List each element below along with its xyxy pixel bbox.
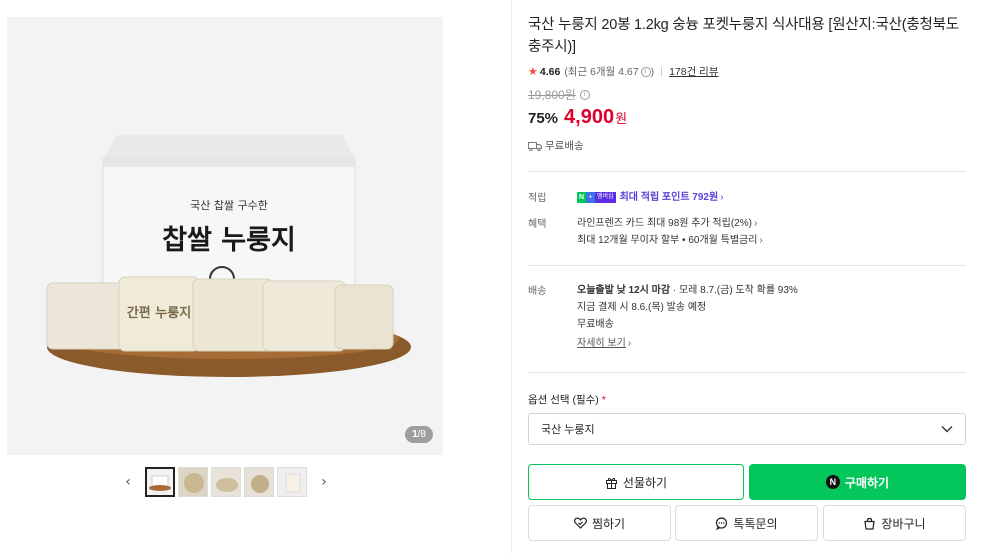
product-title: 국산 누룽지 20봉 1.2kg 숭늉 포켓누룽지 식사대용 [원산지:국산(충…: [528, 17, 959, 55]
thumbnail-strip: ‹ ›: [121, 465, 331, 499]
divider: [528, 265, 966, 266]
thumbnail-3[interactable]: [211, 467, 241, 497]
pack-text: 간편 누룽지: [127, 305, 191, 321]
cart-button-label: 장바구니: [881, 516, 926, 531]
benefit-installment-line[interactable]: 최대 12개월 무이자 할부 • 60개월 특별금리 ›: [577, 232, 763, 249]
shipping-row: 무료배송: [528, 138, 966, 153]
chevron-right-icon: ›: [720, 192, 724, 203]
chevron-down-icon: [941, 426, 953, 433]
truck-icon: [528, 141, 542, 151]
delivery-fee: 무료배송: [577, 319, 614, 330]
price-row: 75% 4,900 원: [528, 106, 966, 129]
image-page-counter: 1/8: [405, 426, 433, 443]
delivery-ship-date: 지금 결제 시 8.6.(목) 발송 예정: [577, 302, 707, 313]
star-icon: ★: [528, 66, 538, 78]
chat-bubble-icon: [715, 516, 728, 530]
buy-button-label: 구매하기: [844, 475, 890, 490]
review-count-link[interactable]: 178건 리뷰: [669, 64, 718, 79]
recent-rating-close: ): [650, 65, 655, 78]
thumbnail-5[interactable]: [277, 467, 307, 497]
option-selected-value: 국산 누룽지: [541, 424, 595, 436]
original-price: 19,800원: [528, 88, 576, 102]
product-photo: 국산 찹쌀 구수한 찹쌀 누룽지 간편 누룽지: [7, 17, 443, 455]
chevron-left-icon[interactable]: ‹: [121, 472, 135, 492]
box-subtext: 국산 찹쌀 구수한: [190, 199, 268, 212]
delivery-eta-line: 오늘출발 낮 12시 마감 · 모레 8.7.(금) 도착 확률 93%: [577, 285, 798, 296]
delivery-row: 배송 오늘출발 낮 12시 마감 · 모레 8.7.(금) 도착 확률 93% …: [528, 282, 966, 358]
gift-button-label: 선물하기: [622, 475, 668, 490]
buy-button[interactable]: N 구매하기: [749, 464, 966, 500]
heart-icon: [573, 517, 587, 529]
rating-value: 4.66: [539, 65, 561, 78]
discount-rate: 75%: [528, 110, 559, 127]
price-info-icon[interactable]: i: [579, 89, 590, 100]
like-button-label: 찜하기: [591, 516, 626, 531]
recent-rating: (최근 6개월 4.67: [564, 66, 639, 78]
chevron-right-icon[interactable]: ›: [317, 472, 331, 492]
product-info: 국산 누룽지 20봉 1.2kg 숭늉 포켓누룽지 식사대용 [원산지:국산(충…: [528, 14, 966, 153]
points-label: 적립: [528, 193, 547, 204]
max-points-link[interactable]: 최대 적립 포인트 792원: [620, 192, 719, 203]
rating-row: ★ 4.66 (최근 6개월 4.67 i ) 178건 리뷰: [528, 64, 966, 79]
separator: [661, 67, 663, 76]
shopping-bag-icon: [863, 517, 876, 530]
thumbnail-4[interactable]: [244, 467, 274, 497]
option-select[interactable]: 국산 누룽지: [528, 413, 966, 445]
info-icon[interactable]: i: [640, 66, 651, 77]
shipping-label: 무료배송: [545, 140, 584, 152]
naver-plus-badge: N + 멤버십: [577, 191, 616, 203]
option-label: 옵션 선택 (필수) *: [528, 394, 606, 406]
delivery-label: 배송: [528, 286, 547, 297]
benefits-row: 혜택 라인프렌즈 카드 최대 98원 추가 적립(2%) › 최대 12개월 무이…: [528, 215, 966, 251]
column-divider: [511, 0, 512, 553]
original-price-row: 19,800원 i: [528, 86, 966, 103]
naver-pay-icon: N: [825, 475, 840, 489]
delivery-detail-link[interactable]: 자세히 보기: [577, 338, 626, 349]
points-row: 적립 N + 멤버십 최대 적립 포인트 792원 ›: [528, 189, 966, 207]
like-button[interactable]: 찜하기: [528, 505, 671, 541]
chevron-right-icon: ›: [753, 218, 758, 229]
divider: [528, 171, 966, 172]
divider: [528, 372, 966, 373]
main-product-image[interactable]: 국산 찹쌀 구수한 찹쌀 누룽지 간편 누룽지 1/8: [7, 17, 443, 455]
box-main-text: 찹쌀 누룽지: [162, 225, 296, 256]
chevron-right-icon: ›: [759, 235, 763, 246]
chevron-right-icon: ›: [627, 338, 632, 349]
gift-icon: [605, 476, 618, 489]
talktalk-button-label: 톡톡문의: [733, 516, 778, 531]
thumbnail-1[interactable]: [145, 467, 175, 497]
sale-price: 4,900: [564, 106, 615, 128]
currency: 원: [615, 111, 628, 126]
benefit-card-line[interactable]: 라인프렌즈 카드 최대 98원 추가 적립(2%) ›: [577, 215, 763, 232]
benefits-label: 혜택: [528, 219, 547, 230]
talktalk-inquiry-button[interactable]: 톡톡문의: [675, 505, 818, 541]
gift-button[interactable]: 선물하기: [528, 464, 744, 500]
cart-button[interactable]: 장바구니: [823, 505, 966, 541]
thumbnail-2[interactable]: [178, 467, 208, 497]
